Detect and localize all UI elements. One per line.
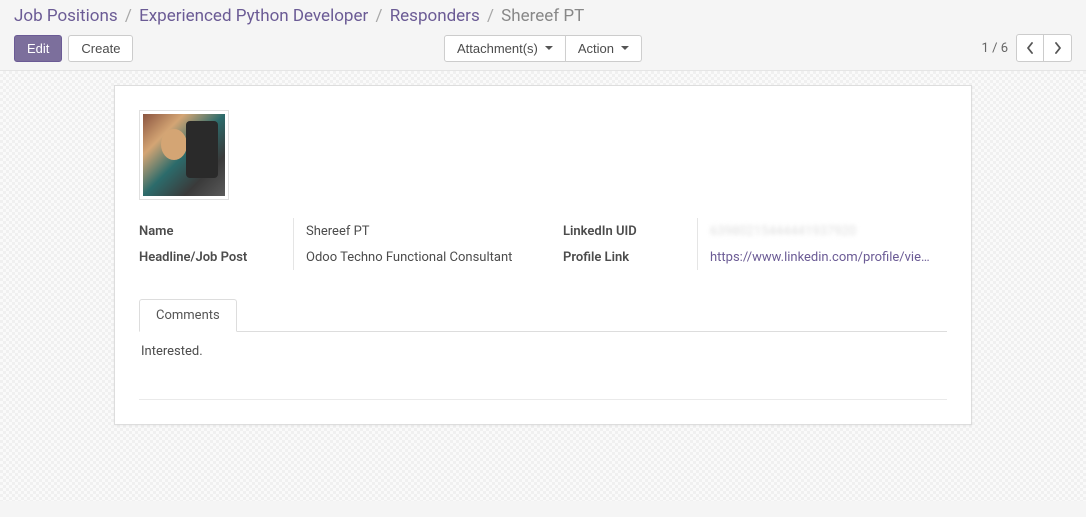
content-area: Name Headline/Job Post Shereef PT Odoo T… [0,71,1086,501]
fields-grid: Name Headline/Job Post Shereef PT Odoo T… [139,218,947,270]
action-label: Action [578,41,614,56]
breadcrumb-separator: / [125,6,132,26]
field-label-linkedin-uid: LinkedIn UID [563,224,637,239]
pager-next-button[interactable] [1044,34,1072,62]
tab-content-comments: Interested. [139,332,947,400]
breadcrumb-link-job[interactable]: Experienced Python Developer [139,6,368,26]
action-button[interactable]: Action [566,35,642,62]
control-bar-right: 1 / 6 [982,34,1072,62]
breadcrumb-link-job-positions[interactable]: Job Positions [14,6,118,26]
control-bar-left: Edit Create [14,35,133,62]
attachments-button[interactable]: Attachment(s) [444,35,566,62]
breadcrumb-separator: / [375,6,382,26]
field-label-headline: Headline/Job Post [139,250,247,265]
control-bar: Edit Create Attachment(s) Action 1 / 6 [0,26,1086,71]
profile-link[interactable]: https://www.linkedin.com/profile/vie… [710,250,930,265]
form-sheet: Name Headline/Job Post Shereef PT Odoo T… [114,85,972,425]
pager-current: 1 [982,41,989,56]
pager-total: 6 [1001,41,1008,56]
control-bar-center: Attachment(s) Action [444,35,642,62]
pager-text[interactable]: 1 / 6 [982,41,1008,56]
chevron-left-icon [1026,42,1034,54]
field-column-right: LinkedIn UID Profile Link 63980215444441… [543,218,947,270]
field-value-headline: Odoo Techno Functional Consultant [306,250,512,265]
caret-down-icon [545,46,553,50]
caret-down-icon [621,46,629,50]
field-value-linkedin-uid: 63980215444441937920 [710,224,856,239]
breadcrumb-separator: / [487,6,494,26]
avatar [139,110,229,200]
chevron-right-icon [1054,42,1062,54]
attachments-label: Attachment(s) [457,41,538,56]
edit-button[interactable]: Edit [14,35,62,62]
field-value-name: Shereef PT [306,224,370,239]
create-button[interactable]: Create [68,35,133,62]
breadcrumb-link-responders[interactable]: Responders [390,6,480,26]
breadcrumb: Job Positions / Experienced Python Devel… [0,0,1086,26]
pager-sep: / [992,41,997,56]
breadcrumb-current: Shereef PT [501,6,584,26]
field-column-left: Name Headline/Job Post Shereef PT Odoo T… [139,218,543,270]
field-label-name: Name [139,224,173,239]
pager-prev-button[interactable] [1016,34,1044,62]
field-label-profile-link: Profile Link [563,250,629,265]
comment-text: Interested. [141,344,203,359]
tabs: Comments [139,298,947,332]
tab-comments[interactable]: Comments [139,299,237,332]
avatar-image [143,114,225,196]
